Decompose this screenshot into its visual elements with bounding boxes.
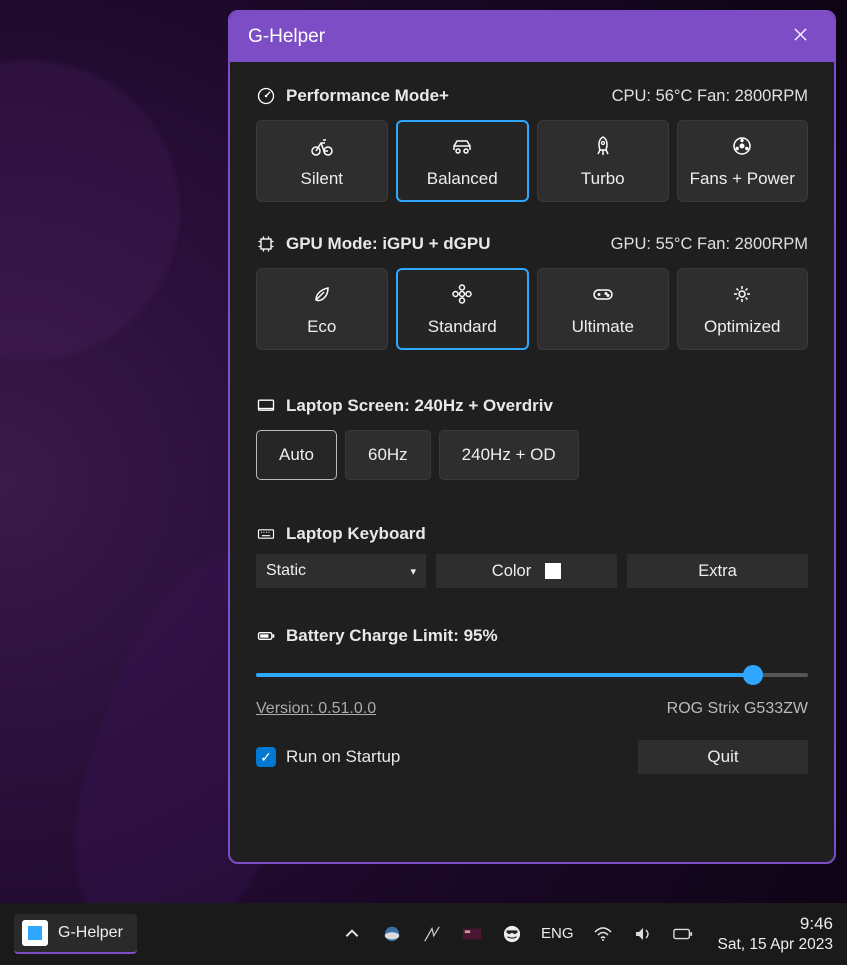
keyboard-extra-label: Extra — [698, 562, 737, 581]
perf-header: Performance Mode+ CPU: 56°C Fan: 2800RPM — [256, 86, 808, 106]
monitor-icon — [256, 396, 276, 416]
gear-icon — [730, 134, 754, 163]
run-on-startup-checkbox[interactable]: ✓ Run on Startup — [256, 747, 400, 767]
keyboard-mode-value: Static — [266, 562, 306, 580]
tray-app-icon-1[interactable] — [381, 925, 403, 943]
battery-icon — [256, 626, 276, 646]
tray-app-icon-3[interactable] — [461, 925, 483, 943]
clock-time: 9:46 — [718, 913, 833, 935]
gpu-header: GPU Mode: iGPU + dGPU GPU: 55°C Fan: 280… — [256, 234, 808, 254]
tile-label: Eco — [307, 317, 336, 337]
quit-button[interactable]: Quit — [638, 740, 808, 774]
chevron-down-icon: ▾ — [410, 565, 416, 578]
keyboard-mode-select[interactable]: Static ▾ — [256, 554, 426, 588]
screen-header: Laptop Screen: 240Hz + Overdriv — [256, 396, 808, 416]
taskbar-clock[interactable]: 9:46 Sat, 15 Apr 2023 — [718, 913, 833, 955]
gpu-tile-optimized[interactable]: Optimized — [677, 268, 809, 350]
clock-date: Sat, 15 Apr 2023 — [718, 935, 833, 955]
tray-language[interactable]: ENG — [541, 925, 574, 942]
tile-label: Standard — [428, 317, 497, 337]
app-window: G-Helper Performance Mode+ CPU: 56°C Fan… — [228, 10, 836, 864]
wifi-icon[interactable] — [592, 925, 614, 943]
tray-app-icon-2[interactable] — [421, 925, 443, 943]
tile-label: Ultimate — [572, 317, 634, 337]
perf-tile-fans-power[interactable]: Fans + Power — [677, 120, 809, 202]
keyboard-header: Laptop Keyboard — [256, 524, 808, 544]
chip-icon — [256, 234, 276, 254]
tile-label: Fans + Power — [690, 169, 795, 189]
screen-header-label[interactable]: Laptop Screen: 240Hz + Overdriv — [286, 396, 553, 416]
volume-icon[interactable] — [632, 925, 654, 943]
check-icon: ✓ — [256, 747, 276, 767]
sparkle-icon — [730, 282, 754, 311]
battery-header: Battery Charge Limit: 95% — [256, 626, 808, 646]
leaf-icon — [310, 282, 334, 311]
perf-tile-balanced[interactable]: Balanced — [396, 120, 530, 202]
gpu-status: GPU: 55°C Fan: 2800RPM — [611, 235, 808, 254]
version-link[interactable]: Version: 0.51.0.0 — [256, 700, 376, 718]
tile-label: Silent — [300, 169, 343, 189]
gauge-icon — [256, 86, 276, 106]
keyboard-color-label: Color — [492, 562, 531, 581]
taskbar-app-label: G-Helper — [58, 924, 123, 942]
tray-app-icon-4[interactable] — [501, 925, 523, 943]
screen-option-240hz-od[interactable]: 240Hz + OD — [439, 430, 579, 480]
perf-tile-silent[interactable]: Silent — [256, 120, 388, 202]
battery-header-label[interactable]: Battery Charge Limit: 95% — [286, 626, 498, 646]
tile-label: Balanced — [427, 169, 498, 189]
gpu-tile-ultimate[interactable]: Ultimate — [537, 268, 669, 350]
tray-battery-icon[interactable] — [672, 925, 694, 943]
gpu-header-label[interactable]: GPU Mode: iGPU + dGPU — [286, 234, 491, 254]
tray-overflow-icon[interactable] — [341, 925, 363, 943]
screen-option-60hz[interactable]: 60Hz — [345, 430, 431, 480]
perf-tile-turbo[interactable]: Turbo — [537, 120, 669, 202]
battery-slider[interactable] — [256, 664, 808, 684]
tile-label: Turbo — [581, 169, 625, 189]
run-on-startup-label: Run on Startup — [286, 747, 400, 767]
rocket-icon — [591, 134, 615, 163]
tile-label: Optimized — [704, 317, 781, 337]
perf-status: CPU: 56°C Fan: 2800RPM — [612, 87, 808, 106]
taskbar-app-ghelper[interactable]: G-Helper — [14, 914, 137, 954]
system-tray: ENG 9:46 Sat, 15 Apr 2023 — [341, 913, 833, 955]
color-swatch — [545, 563, 561, 579]
keyboard-extra-button[interactable]: Extra — [627, 554, 808, 588]
window-title: G-Helper — [248, 26, 325, 48]
flower-icon — [450, 282, 474, 311]
titlebar: G-Helper — [230, 12, 834, 62]
car-icon — [450, 134, 474, 163]
keyboard-icon — [256, 524, 276, 544]
model-label: ROG Strix G533ZW — [667, 700, 808, 718]
close-button[interactable] — [785, 23, 816, 51]
keyboard-color-button[interactable]: Color — [436, 554, 617, 588]
taskbar: G-Helper ENG 9:46 Sat, 15 Apr 20 — [0, 903, 847, 965]
gpu-tile-eco[interactable]: Eco — [256, 268, 388, 350]
bicycle-icon — [310, 134, 334, 163]
app-icon — [22, 920, 48, 946]
gpu-tile-standard[interactable]: Standard — [396, 268, 530, 350]
screen-option-auto[interactable]: Auto — [256, 430, 337, 480]
gamepad-icon — [591, 282, 615, 311]
perf-header-label[interactable]: Performance Mode+ — [286, 86, 449, 106]
keyboard-header-label[interactable]: Laptop Keyboard — [286, 524, 426, 544]
